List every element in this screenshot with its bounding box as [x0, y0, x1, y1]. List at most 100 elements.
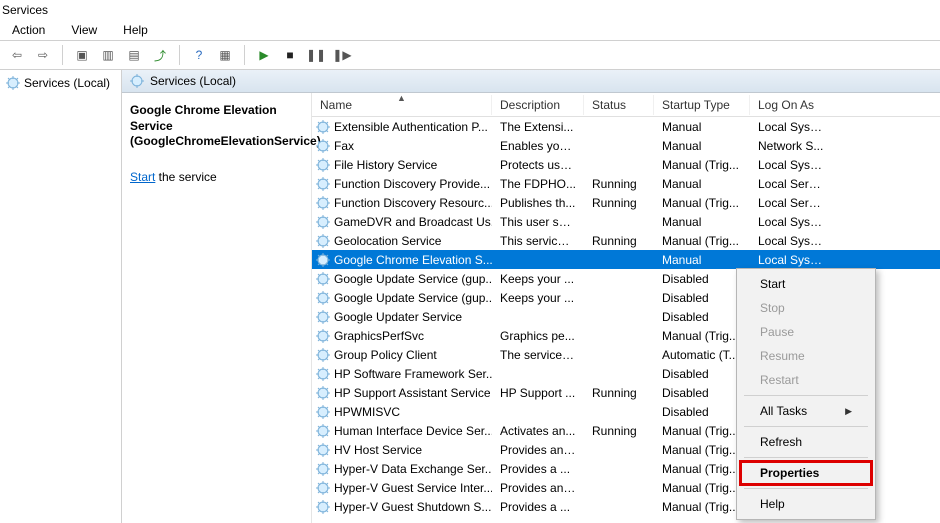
service-status: Running [584, 196, 654, 210]
gear-icon [316, 234, 330, 248]
service-description: This user ser... [492, 215, 584, 229]
ctx-start[interactable]: Start [740, 272, 872, 296]
export-button[interactable]: ⤴ [149, 44, 171, 66]
separator [744, 395, 868, 396]
service-name: Hyper-V Data Exchange Ser... [334, 462, 492, 476]
column-status[interactable]: Status [584, 95, 654, 115]
service-row[interactable]: GameDVR and Broadcast Us...This user ser… [312, 212, 940, 231]
toolbar: ⇦ ⇨ ▣ ▥ ▤ ⤴ ? ▦ ▶ ■ ❚❚ ❚▶ [0, 40, 940, 70]
ctx-refresh[interactable]: Refresh [740, 430, 872, 454]
column-log-on-as[interactable]: Log On As [750, 95, 832, 115]
service-startup-type: Manual [654, 120, 750, 134]
service-name: Google Update Service (gup... [334, 291, 492, 305]
ctx-properties[interactable]: Properties [740, 461, 872, 485]
ctx-all-tasks[interactable]: All Tasks ▶ [740, 399, 872, 423]
service-log-on-as: Local Syste... [750, 158, 832, 172]
hide-tree-button[interactable]: ▣ [71, 44, 93, 66]
group-header: Services (Local) [122, 70, 940, 93]
menu-help[interactable]: Help [117, 21, 154, 39]
service-row[interactable]: File History ServiceProtects use...Manua… [312, 155, 940, 174]
service-description: Provides an ... [492, 443, 584, 457]
service-description: Activates an... [492, 424, 584, 438]
detail-pane: Google Chrome Elevation Service (GoogleC… [122, 93, 312, 523]
forward-button[interactable]: ⇨ [32, 44, 54, 66]
service-row[interactable]: FaxEnables you...ManualNetwork S... [312, 136, 940, 155]
ctx-stop: Stop [740, 296, 872, 320]
service-row[interactable]: Function Discovery Provide...The FDPHO..… [312, 174, 940, 193]
properties-button[interactable]: ▦ [214, 44, 236, 66]
service-name: Extensible Authentication P... [334, 120, 488, 134]
column-startup-type[interactable]: Startup Type [654, 95, 750, 115]
service-name: HV Host Service [334, 443, 422, 457]
submenu-arrow-icon: ▶ [845, 406, 852, 417]
service-description: Provides an ... [492, 481, 584, 495]
service-status: Running [584, 424, 654, 438]
menubar: Action View Help [0, 20, 940, 40]
gear-icon [6, 76, 20, 90]
service-status: Running [584, 177, 654, 191]
service-description: Provides a ... [492, 500, 584, 514]
gear-icon [316, 215, 330, 229]
back-button[interactable]: ⇦ [6, 44, 28, 66]
service-name: Hyper-V Guest Shutdown S... [334, 500, 491, 514]
service-description: Provides a ... [492, 462, 584, 476]
service-description: Keeps your ... [492, 291, 584, 305]
gear-icon [316, 291, 330, 305]
service-status: Running [584, 386, 654, 400]
help-button[interactable]: ? [188, 44, 210, 66]
pause-service-button[interactable]: ❚❚ [305, 44, 327, 66]
column-description[interactable]: Description [492, 95, 584, 115]
service-startup-type: Manual [654, 177, 750, 191]
ctx-pause: Pause [740, 320, 872, 344]
service-log-on-as: Local Service [750, 177, 832, 191]
service-startup-type: Manual (Trig... [654, 234, 750, 248]
service-description: The service i... [492, 348, 584, 362]
menu-view[interactable]: View [65, 21, 103, 39]
gear-icon [316, 405, 330, 419]
service-name: File History Service [334, 158, 437, 172]
service-row[interactable]: Google Chrome Elevation S...ManualLocal … [312, 250, 940, 269]
nav-services-local[interactable]: Services (Local) [6, 74, 115, 92]
gear-icon [316, 367, 330, 381]
service-name: Function Discovery Provide... [334, 177, 490, 191]
start-link[interactable]: Start [130, 170, 155, 184]
service-name: Fax [334, 139, 354, 153]
service-name: Google Update Service (gup... [334, 272, 492, 286]
column-name-label: Name [320, 98, 352, 112]
column-name[interactable]: ▲ Name [312, 95, 492, 115]
service-name: HP Support Assistant Service [334, 386, 491, 400]
service-row[interactable]: Function Discovery Resourc...Publishes t… [312, 193, 940, 212]
list-button[interactable]: ▤ [123, 44, 145, 66]
gear-icon [316, 139, 330, 153]
nav-tree: Services (Local) [0, 70, 122, 523]
restart-service-button[interactable]: ❚▶ [331, 44, 353, 66]
service-description: HP Support ... [492, 386, 584, 400]
selected-service-title-2: (GoogleChromeElevationService) [130, 134, 303, 150]
gear-icon [316, 424, 330, 438]
nav-services-local-label: Services (Local) [24, 76, 110, 90]
separator [244, 45, 245, 65]
service-name: Human Interface Device Ser... [334, 424, 492, 438]
service-log-on-as: Local Syste... [750, 120, 832, 134]
window-title: Services [0, 0, 940, 20]
service-description: The Extensi... [492, 120, 584, 134]
group-header-label: Services (Local) [150, 74, 236, 88]
service-log-on-as: Local Syste... [750, 253, 832, 267]
ctx-restart: Restart [740, 368, 872, 392]
ctx-resume: Resume [740, 344, 872, 368]
gear-icon [316, 481, 330, 495]
service-row[interactable]: Geolocation ServiceThis service ...Runni… [312, 231, 940, 250]
service-startup-type: Manual [654, 215, 750, 229]
service-row[interactable]: Extensible Authentication P... The Extens… [312, 117, 940, 136]
gear-icon [316, 386, 330, 400]
service-name: GameDVR and Broadcast Us... [334, 215, 492, 229]
menu-action[interactable]: Action [6, 21, 51, 39]
ctx-help[interactable]: Help [740, 492, 872, 516]
stop-service-button[interactable]: ■ [279, 44, 301, 66]
service-log-on-as: Local Service [750, 196, 832, 210]
details-button[interactable]: ▥ [97, 44, 119, 66]
service-startup-type: Manual [654, 253, 750, 267]
separator [744, 426, 868, 427]
start-service-button[interactable]: ▶ [253, 44, 275, 66]
service-name: Hyper-V Guest Service Inter... [334, 481, 492, 495]
